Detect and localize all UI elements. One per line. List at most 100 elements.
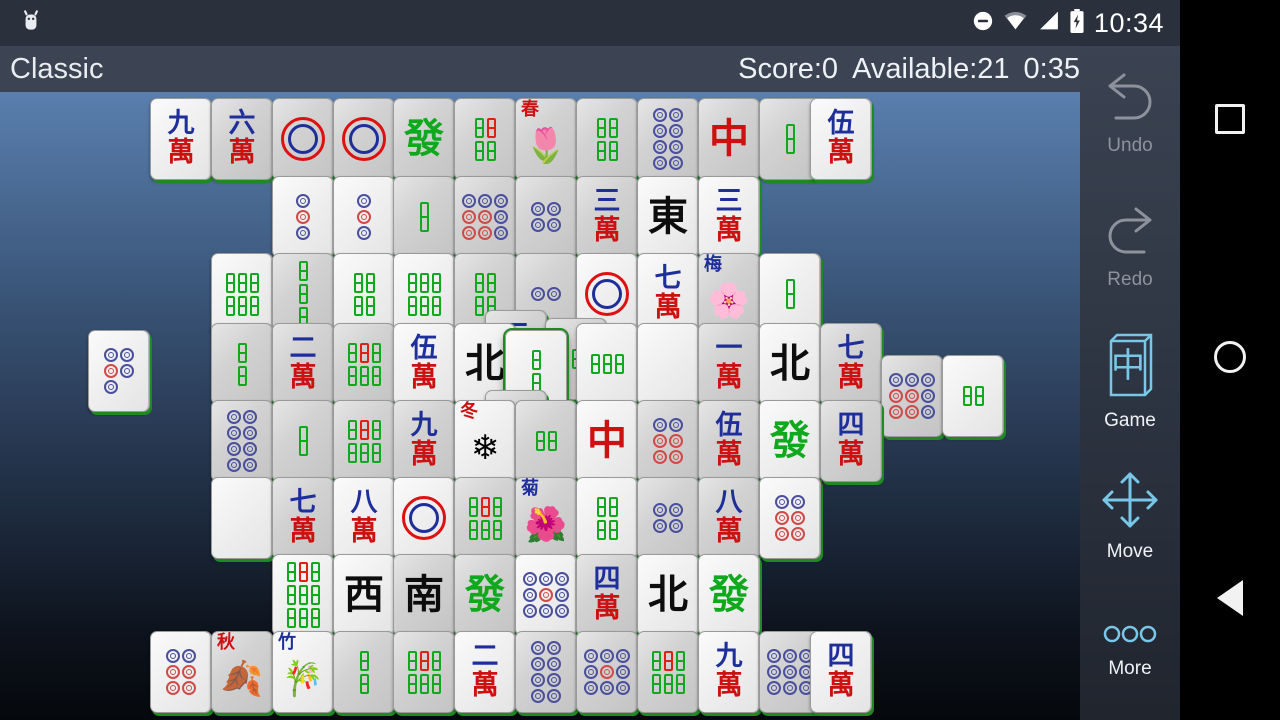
mahjong-tile[interactable]	[637, 477, 699, 559]
mahjong-tile[interactable]: 伍萬	[810, 98, 872, 180]
mahjong-tile[interactable]	[272, 554, 334, 636]
mahjong-tile[interactable]: 七萬	[272, 477, 334, 559]
recents-button[interactable]	[1215, 103, 1245, 134]
mahjong-tile[interactable]	[515, 631, 577, 713]
dot-symbols	[212, 401, 272, 481]
bamboo-icon	[480, 519, 490, 540]
mahjong-tile[interactable]: 發	[698, 554, 760, 636]
dot-icon	[523, 572, 537, 586]
mahjong-tile[interactable]: 南	[393, 554, 455, 636]
mahjong-tile[interactable]: 北	[637, 554, 699, 636]
mahjong-tile[interactable]: 竹 🎋	[272, 631, 334, 713]
dot-icon	[889, 389, 903, 403]
mahjong-tile[interactable]: 春 🌷	[515, 98, 577, 180]
mahjong-tile[interactable]	[333, 400, 395, 482]
mahjong-tile[interactable]	[637, 323, 699, 405]
mahjong-tile[interactable]	[576, 98, 638, 180]
dot-icon	[791, 527, 805, 541]
mahjong-tile[interactable]: 發	[454, 554, 516, 636]
mahjong-tile[interactable]	[88, 330, 150, 412]
mahjong-tile[interactable]	[333, 631, 395, 713]
mahjong-tile[interactable]	[393, 477, 455, 559]
dot-icon	[547, 689, 561, 703]
mahjong-tile[interactable]: 二萬	[272, 323, 334, 405]
mahjong-tile[interactable]: 八萬	[333, 477, 395, 559]
move-button[interactable]: Move	[1080, 448, 1180, 582]
home-button[interactable]	[1214, 340, 1246, 373]
mahjong-tile[interactable]	[637, 400, 699, 482]
mahjong-tile[interactable]	[515, 554, 577, 636]
mahjong-tile[interactable]: 秋 🍂	[211, 631, 273, 713]
dot-symbols	[882, 356, 942, 436]
dot-icon	[539, 572, 553, 586]
mahjong-tile[interactable]: 四萬	[576, 554, 638, 636]
tile-face: 六萬	[212, 99, 272, 179]
bamboo-icon	[590, 354, 600, 374]
mahjong-tile[interactable]	[333, 98, 395, 180]
mahjong-board[interactable]: 九萬六萬發春🌷中伍萬三萬東三萬七萬梅🌸二萬伍萬北三萬一萬北七萬九萬冬❄八萬中伍萬…	[0, 92, 1180, 720]
mahjong-tile[interactable]: 東	[637, 176, 699, 258]
mahjong-tile[interactable]: 伍萬	[393, 323, 455, 405]
mahjong-tile[interactable]: 伍萬	[698, 400, 760, 482]
mahjong-tile[interactable]: 冬 ❄	[454, 400, 516, 482]
dot-icon	[905, 373, 919, 387]
mahjong-tile[interactable]	[454, 176, 516, 258]
mahjong-tile[interactable]	[576, 631, 638, 713]
mahjong-tile[interactable]: 發	[393, 98, 455, 180]
mahjong-tile[interactable]	[211, 477, 273, 559]
mahjong-tile[interactable]	[272, 176, 334, 258]
mahjong-tile[interactable]	[454, 98, 516, 180]
mahjong-tile[interactable]: 四萬	[810, 631, 872, 713]
mahjong-tile[interactable]	[393, 631, 455, 713]
mahjong-tile[interactable]	[515, 400, 577, 482]
dot-icon	[905, 405, 919, 419]
tile-face	[394, 177, 454, 257]
mahjong-tile[interactable]: 九萬	[698, 631, 760, 713]
game-button[interactable]: 中 Game	[1080, 314, 1180, 448]
mahjong-tile[interactable]: 菊 🌺	[515, 477, 577, 559]
mahjong-tile[interactable]: 二萬	[454, 631, 516, 713]
mahjong-tile[interactable]: 一萬	[698, 323, 760, 405]
mahjong-tile[interactable]	[454, 477, 516, 559]
tile-suit: 萬	[827, 670, 855, 701]
mahjong-tile[interactable]: 西	[333, 554, 395, 636]
mahjong-tile[interactable]	[637, 98, 699, 180]
mahjong-tile[interactable]	[150, 631, 212, 713]
page-title: Classic	[10, 52, 104, 85]
mahjong-tile[interactable]	[759, 477, 821, 559]
mahjong-tile[interactable]: 九萬	[150, 98, 212, 180]
mahjong-tile[interactable]	[881, 355, 943, 437]
more-button[interactable]: More	[1080, 582, 1180, 716]
mahjong-tile[interactable]: 四萬	[820, 400, 882, 482]
mahjong-tile[interactable]: 中	[698, 98, 760, 180]
dot-icon	[669, 450, 683, 464]
mahjong-tile[interactable]	[576, 477, 638, 559]
mahjong-tile[interactable]	[576, 323, 638, 405]
mahjong-tile[interactable]	[211, 400, 273, 482]
mahjong-tile[interactable]	[637, 631, 699, 713]
mahjong-tile[interactable]: 九萬	[393, 400, 455, 482]
mahjong-tile[interactable]	[942, 355, 1004, 437]
mahjong-tile[interactable]	[272, 400, 334, 482]
mahjong-tile[interactable]: 三萬	[698, 176, 760, 258]
bamboo-icon	[974, 386, 984, 406]
flower-art: 🎋	[281, 659, 325, 700]
tile-dragon: 發	[770, 417, 810, 464]
mahjong-tile[interactable]: 發	[759, 400, 821, 482]
mahjong-tile[interactable]	[211, 323, 273, 405]
mahjong-tile[interactable]: 中	[576, 400, 638, 482]
redo-button[interactable]: Redo	[1080, 180, 1180, 314]
mahjong-tile[interactable]	[393, 176, 455, 258]
undo-button[interactable]: Undo	[1080, 46, 1180, 180]
dot-icon	[616, 665, 630, 679]
mahjong-tile[interactable]	[515, 176, 577, 258]
mahjong-tile[interactable]: 六萬	[211, 98, 273, 180]
mahjong-tile[interactable]	[333, 176, 395, 258]
mahjong-tile[interactable]	[333, 323, 395, 405]
mahjong-tile[interactable]	[272, 98, 334, 180]
mahjong-tile[interactable]: 七萬	[820, 323, 882, 405]
mahjong-tile[interactable]: 三萬	[576, 176, 638, 258]
mahjong-tile[interactable]: 八萬	[698, 477, 760, 559]
back-button[interactable]	[1217, 580, 1243, 617]
mahjong-tile[interactable]: 北	[759, 323, 821, 405]
